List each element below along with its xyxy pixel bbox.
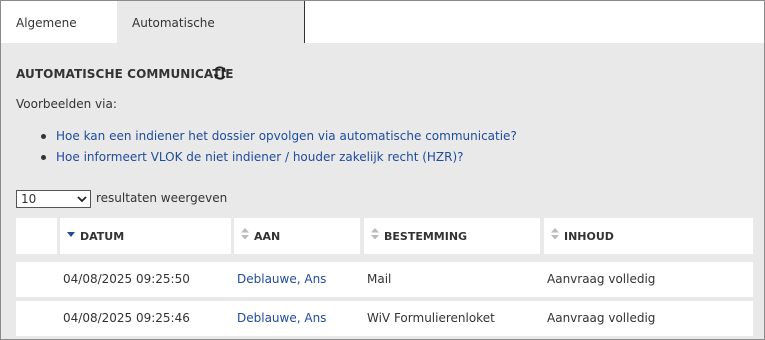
sort-icon [551,228,559,240]
sort-icon [371,228,379,240]
table-header: DATUM AAN BESTEMMING INHOUD [16,218,753,254]
table-row[interactable]: 04/08/2025 09:25:46 Deblauwe, Ans WiV Fo… [16,301,753,336]
column-header-inhoud[interactable]: INHOUD [544,218,753,254]
page-length-label: resultaten weergeven [96,191,228,205]
link-informeert-vlok[interactable]: Hoe informeert VLOK de niet indiener / h… [56,149,464,165]
cell-bestemming: WiV Formulierenloket [367,311,495,325]
bullet-icon [41,155,46,160]
column-header-label: AAN [254,230,281,243]
link-opvolgen-dossier[interactable]: Hoe kan een indiener het dossier opvolge… [56,128,517,144]
bullet-icon [41,134,46,139]
column-header-label: BESTEMMING [384,230,468,243]
cell-datum: 04/08/2025 09:25:50 [63,272,190,286]
refresh-icon[interactable] [212,65,228,81]
column-header-label: DATUM [80,230,125,243]
tab-panel: AUTOMATISCHE COMMUNICATIE Voorbeelden vi… [1,43,764,339]
section-title: AUTOMATISCHE COMMUNICATIE [16,67,234,81]
cell-bestemming: Mail [367,272,392,286]
sort-desc-icon [67,232,75,237]
cell-inhoud: Aanvraag volledig [547,311,656,325]
cell-aan-link[interactable]: Deblauwe, Ans [237,272,326,286]
window-frame: Algemene info Automatische communicatie … [0,0,765,340]
page-length-select[interactable]: 10 [16,190,91,208]
column-header-bestemming[interactable]: BESTEMMING [364,218,540,254]
column-header-datum[interactable]: DATUM [60,218,231,254]
chevron-down-icon [77,196,87,203]
cell-datum: 04/08/2025 09:25:46 [63,311,190,325]
examples-label: Voorbeelden via: [16,97,117,111]
cell-inhoud: Aanvraag volledig [547,272,656,286]
cell-aan-link[interactable]: Deblauwe, Ans [237,311,326,325]
tab-algemene-info[interactable]: Algemene info [1,1,117,74]
column-header-label: INHOUD [564,230,614,243]
sort-icon [241,228,249,240]
tab-bar: Algemene info Automatische communicatie [1,1,764,74]
column-header-empty [16,218,57,254]
page-length-value: 10 [21,192,37,206]
column-header-aan[interactable]: AAN [234,218,360,254]
table-row[interactable]: 04/08/2025 09:25:50 Deblauwe, Ans Mail A… [16,262,753,297]
tab-automatische-communicatie[interactable]: Automatische communicatie [117,1,305,74]
